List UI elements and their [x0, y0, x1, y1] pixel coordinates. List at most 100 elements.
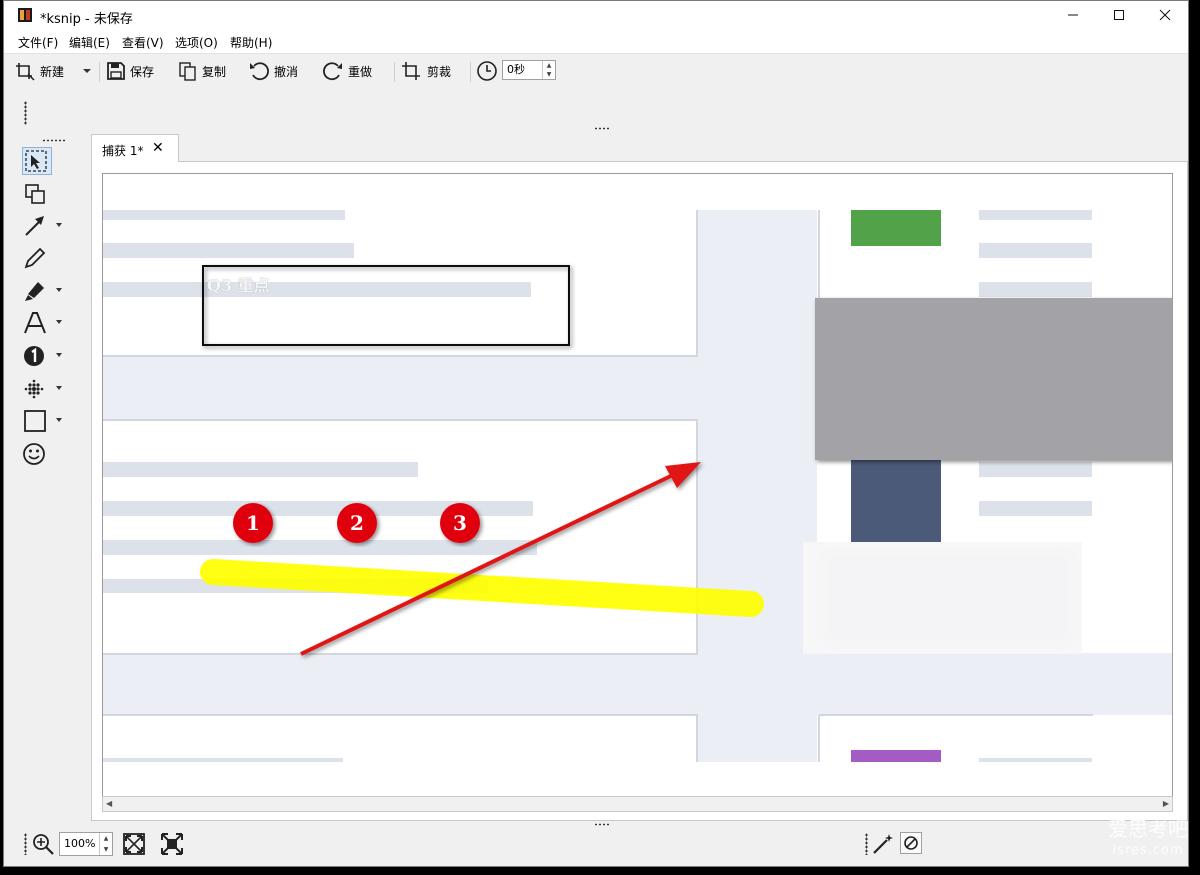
- zoom-spinbox[interactable]: 100% ▲ ▼: [59, 832, 113, 856]
- red-arrow: [300, 462, 701, 656]
- scroll-right-arrow[interactable]: ▶: [1163, 799, 1169, 808]
- undo-label: 撤消: [274, 64, 299, 79]
- zoom-icon: [31, 832, 55, 859]
- magic-wand-button[interactable]: [871, 832, 895, 859]
- select-tool-icon: [25, 150, 47, 172]
- zoom-spin-arrows[interactable]: ▲ ▼: [99, 833, 112, 855]
- save-button[interactable]: 保存: [106, 60, 154, 82]
- rect-tool-icon: [24, 410, 46, 432]
- crop-button[interactable]: 剪裁: [401, 60, 451, 82]
- blur-tool[interactable]: [22, 375, 62, 403]
- main-toolbar: 新建 保存 复制 撤消 重做 剪裁 0秒 ▲ ▼: [4, 54, 1188, 88]
- purple-block: [851, 750, 941, 762]
- delay-clock: [476, 60, 502, 82]
- new-dropdown-button[interactable]: [82, 60, 96, 82]
- close-icon: [1159, 9, 1171, 21]
- text-tool-icon: [24, 312, 46, 334]
- sticker-tool[interactable]: [22, 440, 52, 468]
- badge-number: 1: [246, 511, 260, 535]
- minimize-button[interactable]: [1050, 1, 1096, 31]
- maximize-button[interactable]: [1096, 1, 1142, 31]
- pen-tool-icon: [24, 247, 46, 269]
- toolbar-grip[interactable]: [24, 101, 27, 125]
- badge-number: 3: [453, 511, 467, 535]
- watermark-line1: 爱思考吧: [1108, 817, 1188, 841]
- new-capture-icon: [16, 63, 35, 81]
- redo-icon: [323, 62, 342, 81]
- copy-button[interactable]: 复制: [178, 60, 226, 82]
- number-tool[interactable]: [22, 342, 62, 370]
- arrow-tool[interactable]: [22, 212, 62, 240]
- bg-column: [697, 210, 817, 762]
- rect-tool[interactable]: [22, 407, 62, 435]
- tab-capture-1[interactable]: 捕获 1* ✕: [91, 134, 179, 162]
- text-tool[interactable]: [22, 309, 62, 337]
- zoom-value: 100%: [64, 837, 96, 850]
- chevron-down-icon[interactable]: [56, 418, 62, 422]
- fit-button[interactable]: [122, 832, 146, 859]
- blur-region: [823, 554, 1073, 644]
- clock-icon: [477, 61, 497, 81]
- redo-button[interactable]: 重做: [322, 60, 372, 82]
- capture-canvas[interactable]: 1 2 3 Q3 重点: [102, 173, 1173, 797]
- chevron-down-icon[interactable]: [56, 353, 62, 357]
- panel-grip[interactable]: [42, 139, 66, 142]
- redo-label: 重做: [348, 64, 373, 79]
- crop-label: 剪裁: [427, 64, 452, 79]
- tab-close-icon[interactable]: ✕: [152, 140, 164, 156]
- marker-tool[interactable]: [22, 277, 62, 305]
- crop-icon: [402, 62, 420, 80]
- menu-view[interactable]: 查看(V): [122, 34, 164, 51]
- toolbar-separator: [394, 62, 395, 82]
- chevron-down-icon: [83, 69, 91, 73]
- delay-spin-arrows[interactable]: ▲ ▼: [542, 61, 555, 79]
- no-effect-button[interactable]: [900, 832, 922, 854]
- toolbar-separator: [470, 62, 471, 82]
- duplicate-tool-icon: [25, 184, 45, 204]
- magic-wand-icon: [873, 834, 893, 854]
- chevron-down-icon[interactable]: [56, 223, 62, 227]
- navy-block: [851, 450, 941, 550]
- menu-file[interactable]: 文件(F): [18, 34, 58, 51]
- blur-tool-icon: [24, 379, 44, 399]
- duplicate-tool[interactable]: [22, 180, 52, 208]
- badge-number: 2: [350, 511, 364, 535]
- select-tool[interactable]: [22, 147, 52, 175]
- bg-band: [103, 653, 1172, 715]
- chevron-down-icon[interactable]: [56, 386, 62, 390]
- chevron-down-icon[interactable]: [56, 288, 62, 292]
- undo-icon: [250, 62, 269, 81]
- splitter-grip[interactable]: [594, 823, 610, 826]
- capture-image: 1 2 3: [103, 210, 1172, 762]
- horizontal-scrollbar[interactable]: ◀ ▶: [102, 796, 1173, 812]
- delay-spinbox[interactable]: 0秒 ▲ ▼: [502, 60, 556, 80]
- save-label: 保存: [130, 64, 155, 79]
- sticker-tool-icon: [23, 443, 45, 465]
- menu-help[interactable]: 帮助(H): [230, 34, 272, 51]
- pen-tool[interactable]: [22, 244, 52, 272]
- tab-label: 捕获 1*: [102, 144, 144, 158]
- no-effect-icon: [904, 836, 918, 850]
- save-icon: [107, 62, 125, 80]
- menu-edit[interactable]: 编辑(E): [69, 34, 110, 51]
- new-button[interactable]: 新建: [14, 60, 64, 82]
- fullscreen-button[interactable]: [160, 832, 184, 859]
- maximize-icon: [1114, 10, 1124, 20]
- undo-button[interactable]: 撤消: [248, 60, 298, 82]
- app-window: *ksnip - 未保存 文件(F) 编辑(E) 查看(V) 选项(O) 帮助(…: [3, 0, 1189, 867]
- menu-bar: 文件(F) 编辑(E) 查看(V) 选项(O) 帮助(H): [4, 31, 1188, 54]
- chevron-down-icon[interactable]: [56, 320, 62, 324]
- scroll-left-arrow[interactable]: ◀: [106, 799, 112, 808]
- window-title: *ksnip - 未保存: [40, 12, 133, 27]
- close-button[interactable]: [1142, 1, 1188, 31]
- gray-obfuscation-block: [815, 298, 1172, 460]
- bottom-grip-right[interactable]: [865, 833, 868, 855]
- bottom-grip[interactable]: [24, 833, 27, 855]
- fit-icon: [123, 833, 145, 855]
- menu-options[interactable]: 选项(O): [175, 34, 218, 51]
- copy-label: 复制: [202, 64, 227, 79]
- number-tool-icon: [24, 346, 44, 366]
- splitter-grip[interactable]: [594, 127, 610, 130]
- fullscreen-icon: [161, 833, 183, 855]
- copy-icon: [179, 62, 196, 81]
